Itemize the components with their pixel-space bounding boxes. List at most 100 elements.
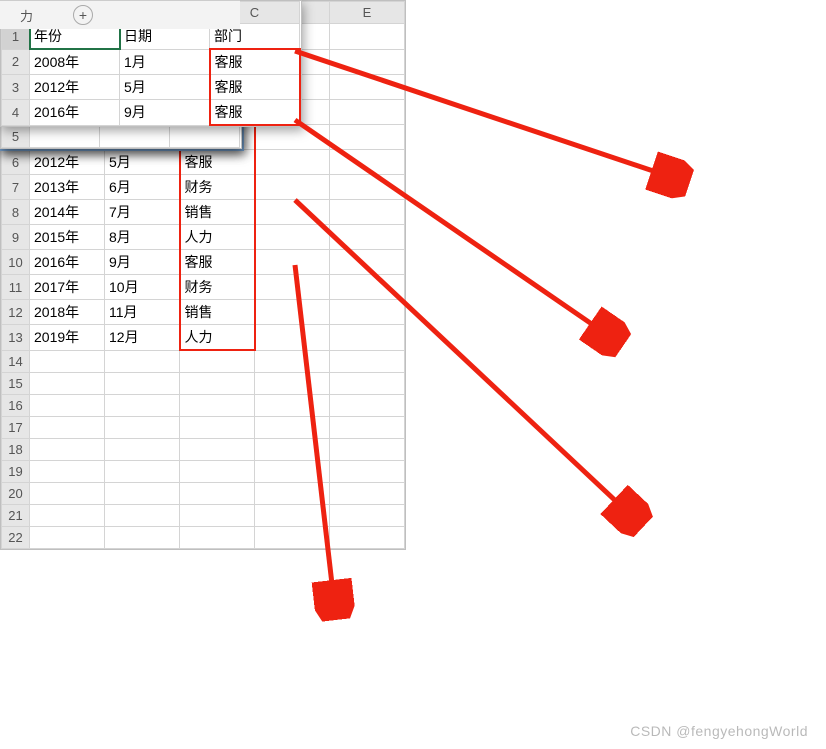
cell[interactable] [30,504,105,526]
row-22[interactable]: 22 [2,526,30,548]
cell[interactable] [180,416,255,438]
cell[interactable] [255,504,330,526]
cell[interactable]: 5月 [105,150,180,175]
cell[interactable] [180,394,255,416]
cell[interactable] [330,75,405,100]
row-6[interactable]: 6 [2,150,30,175]
cell[interactable] [330,394,405,416]
cell[interactable] [105,438,180,460]
cell[interactable] [330,482,405,504]
cell[interactable] [330,275,405,300]
cell[interactable] [30,394,105,416]
cell[interactable]: 销售 [180,300,255,325]
cell[interactable]: 7月 [105,200,180,225]
cell[interactable] [330,250,405,275]
cell[interactable]: 人力 [180,225,255,250]
cell[interactable]: 11月 [105,300,180,325]
cell[interactable] [105,394,180,416]
col-E[interactable]: E [330,2,405,24]
cell[interactable] [105,460,180,482]
cell[interactable]: 2016年 [30,250,105,275]
cell[interactable]: 2012年 [30,150,105,175]
cell[interactable] [330,325,405,351]
cell[interactable] [255,482,330,504]
cell[interactable]: 人力 [180,325,255,351]
cell[interactable]: 财务 [180,175,255,200]
cell[interactable] [255,275,330,300]
cell[interactable] [330,350,405,372]
row-7[interactable]: 7 [2,175,30,200]
row-5[interactable]: 5 [2,125,30,147]
cell[interactable] [30,482,105,504]
cell[interactable] [330,300,405,325]
cell[interactable] [100,125,170,147]
cell[interactable] [255,150,330,175]
row-11[interactable]: 11 [2,275,30,300]
cell[interactable] [30,372,105,394]
row-15[interactable]: 15 [2,372,30,394]
cell[interactable]: 10月 [105,275,180,300]
cell[interactable]: 2015年 [30,225,105,250]
row-3[interactable]: 3 [2,75,30,100]
row-21[interactable]: 21 [2,504,30,526]
cell[interactable]: 2012年 [30,75,120,100]
row-20[interactable]: 20 [2,482,30,504]
cell[interactable] [330,225,405,250]
row-8[interactable]: 8 [2,200,30,225]
cell[interactable] [330,460,405,482]
row-2[interactable]: 2 [2,49,30,75]
cell[interactable] [255,300,330,325]
cell[interactable]: 2017年 [30,275,105,300]
cell[interactable] [105,416,180,438]
row-16[interactable]: 16 [2,394,30,416]
cell[interactable] [330,49,405,75]
cell[interactable] [255,372,330,394]
cell[interactable] [330,200,405,225]
cell[interactable] [330,125,405,150]
cell[interactable] [255,250,330,275]
cell[interactable]: 财务 [180,275,255,300]
tab-label[interactable]: 力 [20,6,33,25]
cell[interactable]: 2016年 [30,100,120,126]
cell[interactable] [255,125,330,150]
cell[interactable] [330,175,405,200]
cell[interactable] [105,482,180,504]
cell[interactable] [255,225,330,250]
row-17[interactable]: 17 [2,416,30,438]
cell[interactable] [255,325,330,351]
cell[interactable] [255,200,330,225]
cell[interactable]: 2019年 [30,325,105,351]
cell[interactable] [30,416,105,438]
cell[interactable] [255,526,330,548]
cell[interactable] [180,372,255,394]
cell[interactable] [330,438,405,460]
row-12[interactable]: 12 [2,300,30,325]
cell[interactable] [30,526,105,548]
row-14[interactable]: 14 [2,350,30,372]
cell[interactable]: 客服 [210,49,300,75]
cell[interactable] [105,526,180,548]
cell[interactable] [180,526,255,548]
cell[interactable] [105,372,180,394]
cell[interactable]: 8月 [105,225,180,250]
cell[interactable]: 5月 [120,75,210,100]
row-18[interactable]: 18 [2,438,30,460]
cell[interactable] [255,350,330,372]
cell[interactable] [180,350,255,372]
cell[interactable] [255,460,330,482]
cell[interactable]: 客服 [180,150,255,175]
cell[interactable]: 6月 [105,175,180,200]
sheet-tab-bar[interactable]: 力 + [0,0,240,29]
cell[interactable] [330,504,405,526]
cell[interactable] [330,100,405,125]
cell[interactable] [180,460,255,482]
row-4[interactable]: 4 [2,100,30,126]
cell[interactable] [255,175,330,200]
cell[interactable] [255,394,330,416]
row-13[interactable]: 13 [2,325,30,351]
cell[interactable] [30,460,105,482]
row-9[interactable]: 9 [2,225,30,250]
cell[interactable] [180,438,255,460]
cell[interactable] [30,350,105,372]
cell[interactable]: 1月 [120,49,210,75]
